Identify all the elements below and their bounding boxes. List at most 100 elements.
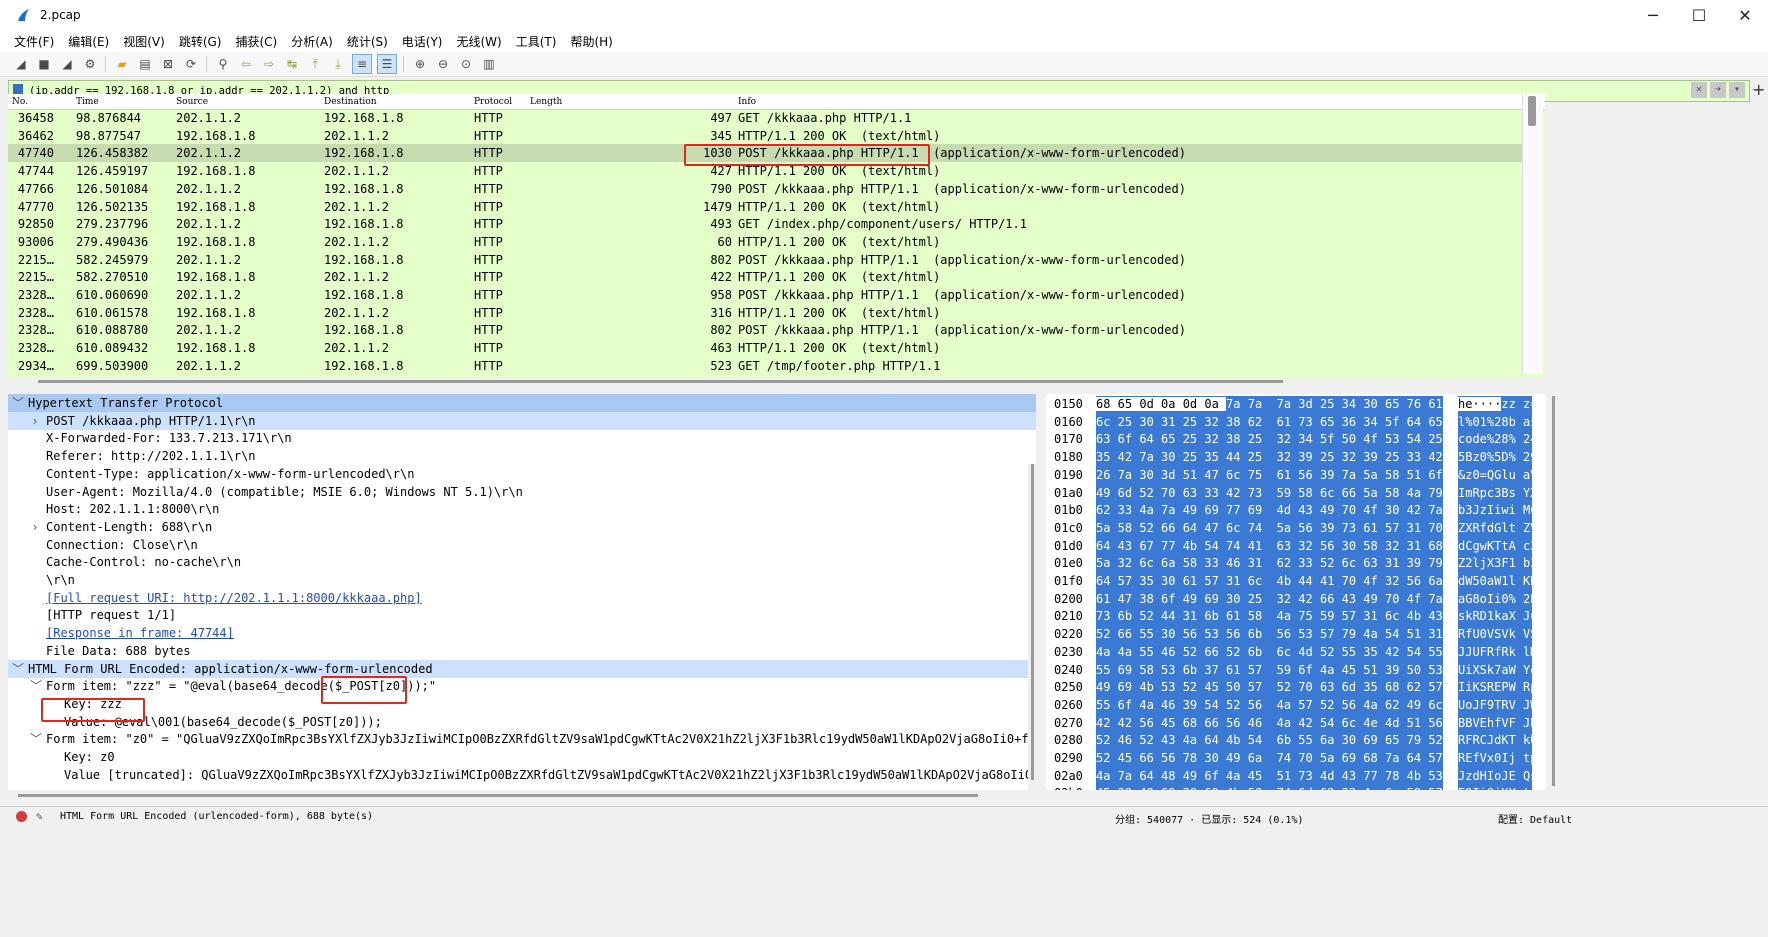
packet-list-scrollbar[interactable] bbox=[1522, 94, 1543, 374]
packet-row[interactable]: 47766 126.501084 202.1.1.2 192.168.1.8 HTTP 7… bbox=[8, 180, 1528, 198]
packet-row[interactable]: 2328… 610.088780 202.1.1.2 192.168.1.8 HTTP 8… bbox=[8, 321, 1528, 339]
detail-tree-item[interactable]: Value [truncated]: QGluaV9zZXQoImRpc3BsY… bbox=[8, 766, 1036, 784]
restart-capture-icon[interactable]: ◢ bbox=[58, 55, 76, 73]
details-hscrollbar[interactable] bbox=[8, 792, 1036, 800]
packet-row[interactable]: 36462 98.877547 192.168.1.8 202.1.1.2 HTTP 34… bbox=[8, 127, 1528, 145]
hex-bytes[interactable]: 4a 7a 64 48 49 6f 4a 45 51 73 4d 43 77 7… bbox=[1096, 767, 1443, 786]
ascii-bytes[interactable]: JJUFRfRk lMR bbox=[1458, 643, 1532, 662]
packet-row[interactable]: 36458 98.876844 202.1.1.2 192.168.1.8 HTTP 49… bbox=[8, 109, 1528, 127]
detail-tree-item[interactable]: › Content-Length: 688\r\n bbox=[8, 518, 1036, 536]
ascii-bytes[interactable]: 5Bz0%5D% 29% bbox=[1458, 449, 1532, 467]
ascii-bytes[interactable]: &z0=QGlu aV9 bbox=[1458, 466, 1532, 485]
collapse-arrow-icon[interactable]: ﹀ bbox=[12, 660, 24, 678]
scroll-thumb[interactable] bbox=[38, 380, 1283, 383]
detail-tree-item[interactable]: \r\n bbox=[8, 571, 1036, 589]
packet-details-tree[interactable]: ﹀ Hypertext Transfer Protocol › POST /kkkaa… bbox=[8, 394, 1036, 790]
edit-comment-icon[interactable]: ✎ bbox=[36, 810, 43, 823]
expand-arrow-icon[interactable]: › bbox=[30, 518, 40, 536]
close-button[interactable]: ✕ bbox=[1722, 0, 1768, 30]
zoom-out-icon[interactable]: ⊖ bbox=[434, 55, 452, 73]
hex-bytes[interactable]: 26 7a 30 3d 51 47 6c 75 61 56 39 7a 5a 5… bbox=[1096, 466, 1443, 485]
apply-filter-icon[interactable]: ➔ bbox=[1710, 82, 1726, 98]
packet-row[interactable]: 93006 279.490436 192.168.1.8 202.1.1.2 HTTP 6… bbox=[8, 233, 1528, 251]
hex-bytes[interactable]: 5a 32 6c 6a 58 33 46 31 62 33 52 6c 63 3… bbox=[1096, 555, 1443, 573]
resize-columns-icon[interactable]: ▥ bbox=[480, 55, 498, 73]
ascii-bytes[interactable]: E9Ii8iKX tmb bbox=[1458, 785, 1532, 790]
menu-statistics[interactable]: 统计(S) bbox=[347, 33, 388, 50]
hex-bytes[interactable]: 64 43 67 77 4b 54 74 41 63 32 56 30 58 3… bbox=[1096, 537, 1443, 556]
detail-tree-item[interactable]: ﹀ HTML Form URL Encoded: application/x-ww… bbox=[8, 659, 1036, 678]
open-file-icon[interactable]: ▰ bbox=[113, 55, 131, 73]
detail-tree-item[interactable]: [HTTP request 1/1] bbox=[8, 606, 1036, 624]
packet-row[interactable]: 2215… 582.245979 202.1.1.2 192.168.1.8 HTTP 8… bbox=[8, 251, 1528, 269]
scroll-thumb[interactable] bbox=[1031, 464, 1034, 780]
packet-row[interactable]: 2328… 610.089432 192.168.1.8 202.1.1.2 HTTP 4… bbox=[8, 339, 1528, 357]
packet-row[interactable]: 2215… 582.270510 192.168.1.8 202.1.1.2 HTTP 4… bbox=[8, 268, 1528, 286]
ascii-bytes[interactable]: BBVEhfVF JBT bbox=[1458, 714, 1532, 733]
scroll-thumb[interactable] bbox=[18, 794, 978, 797]
close-file-icon[interactable]: ⊠ bbox=[159, 55, 177, 73]
ascii-bytes[interactable]: UiXSk7aW YoJ bbox=[1458, 661, 1532, 680]
hex-bytes[interactable]: 55 69 58 53 6b 37 61 57 59 6f 4a 45 51 3… bbox=[1096, 661, 1443, 680]
packet-bytes-pane[interactable]: 0150 68 65 0d 0a 0d 0a 7a 7a 7a 3d 25 34 … bbox=[1046, 394, 1546, 790]
detail-tree-item[interactable]: Referer: http://202.1.1.1\r\n bbox=[8, 447, 1036, 465]
menu-capture[interactable]: 捕获(C) bbox=[235, 33, 277, 50]
detail-tree-item[interactable]: Value: @eval\001(base64_decode($_POST[z0… bbox=[8, 713, 1036, 731]
hex-bytes[interactable]: 45 39 49 69 38 69 4b 58 74 6d 62 33 4a 6… bbox=[1096, 785, 1443, 790]
packet-row[interactable]: 47770 126.502135 192.168.1.8 202.1.1.2 HTTP 1… bbox=[8, 198, 1528, 216]
col-source[interactable]: Source bbox=[176, 97, 208, 107]
hex-bytes[interactable]: 68 65 0d 0a 0d 0a 7a 7a 7a 3d 25 34 30 6… bbox=[1096, 396, 1443, 414]
detail-tree-item[interactable]: Connection: Close\r\n bbox=[8, 536, 1036, 554]
detail-tree-item[interactable]: [Response in frame: 47744] bbox=[8, 624, 1036, 642]
filter-dropdown-icon[interactable]: ▾ bbox=[1729, 82, 1745, 98]
menu-tools[interactable]: 工具(T) bbox=[516, 33, 557, 50]
save-file-icon[interactable]: ▤ bbox=[136, 55, 154, 73]
status-profile[interactable]: 配置: Default bbox=[1498, 811, 1572, 826]
collapse-arrow-icon[interactable]: ﹀ bbox=[30, 677, 42, 695]
detail-tree-item[interactable]: Host: 202.1.1.1:8000\r\n bbox=[8, 500, 1036, 518]
maximize-button[interactable]: ☐ bbox=[1676, 0, 1722, 30]
go-to-packet-icon[interactable]: ↹ bbox=[283, 55, 301, 73]
zoom-normal-icon[interactable]: ⊙ bbox=[457, 55, 475, 73]
menu-analyze[interactable]: 分析(A) bbox=[291, 33, 333, 50]
detail-tree-item[interactable]: File Data: 688 bytes bbox=[8, 642, 1036, 660]
hex-bytes[interactable]: 42 42 56 45 68 66 56 46 4a 42 54 6c 4e 4… bbox=[1096, 714, 1443, 733]
menu-go[interactable]: 跳转(G) bbox=[179, 33, 222, 50]
packet-row[interactable]: 92850 279.237796 202.1.1.2 192.168.1.8 HTTP 4… bbox=[8, 215, 1528, 233]
col-no[interactable]: No. bbox=[12, 97, 28, 107]
hex-bytes[interactable]: 5a 58 52 66 64 47 6c 74 5a 56 39 73 61 5… bbox=[1096, 519, 1443, 538]
ascii-bytes[interactable]: aG8oIi0% 2Bf bbox=[1458, 590, 1532, 609]
add-filter-button[interactable]: + bbox=[1752, 80, 1765, 99]
col-length[interactable]: Length bbox=[530, 97, 562, 107]
ascii-bytes[interactable]: RfU0VSVk VSW bbox=[1458, 626, 1532, 644]
hex-bytes[interactable]: 63 6f 64 65 25 32 38 25 32 34 5f 50 4f 5… bbox=[1096, 431, 1443, 450]
detail-tree-item[interactable]: ﹀ Hypertext Transfer Protocol bbox=[8, 394, 1036, 412]
packet-list[interactable]: No. Time Source Destination Protocol Len… bbox=[8, 94, 1545, 380]
hex-bytes[interactable]: 55 6f 4a 46 39 54 52 56 4a 57 52 56 4a 6… bbox=[1096, 696, 1443, 715]
ascii-bytes[interactable]: UoJF9TRV JWR bbox=[1458, 696, 1532, 715]
collapse-arrow-icon[interactable]: ﹀ bbox=[30, 730, 42, 748]
stop-capture-icon[interactable]: ■ bbox=[35, 55, 53, 73]
detail-tree-text[interactable]: [Response in frame: 47744] bbox=[46, 624, 234, 642]
ascii-bytes[interactable]: REfVx0Ij tpZ bbox=[1458, 750, 1532, 768]
zoom-in-icon[interactable]: ⊕ bbox=[411, 55, 429, 73]
details-vscrollbar[interactable] bbox=[1028, 464, 1036, 790]
find-packet-icon[interactable]: ⚲ bbox=[214, 55, 232, 73]
packet-row[interactable]: 2328… 610.061578 192.168.1.8 202.1.1.2 HTTP 3… bbox=[8, 304, 1528, 322]
hex-bytes[interactable]: 73 6b 52 44 31 6b 61 58 4a 75 59 57 31 6… bbox=[1096, 608, 1443, 627]
packet-row[interactable]: 2934… 699.503900 202.1.1.2 192.168.1.8 HTTP 5… bbox=[8, 357, 1528, 375]
menu-help[interactable]: 帮助(H) bbox=[570, 33, 612, 50]
col-info[interactable]: Info bbox=[738, 97, 756, 107]
ascii-bytes[interactable]: RFRCJdKT kUj bbox=[1458, 732, 1532, 750]
scroll-thumb[interactable] bbox=[1528, 96, 1536, 126]
expand-arrow-icon[interactable]: › bbox=[30, 412, 40, 430]
detail-tree-item[interactable]: [Full request URI: http://202.1.1.1:8000… bbox=[8, 589, 1036, 607]
detail-tree-item[interactable]: Key: zzz bbox=[8, 695, 1036, 713]
bytes-scrollbar[interactable] bbox=[1547, 394, 1561, 790]
packet-list-hscrollbar[interactable] bbox=[8, 378, 1545, 386]
scroll-thumb[interactable] bbox=[1552, 396, 1555, 786]
detail-tree-item[interactable]: Cache-Control: no-cache\r\n bbox=[8, 553, 1036, 571]
hex-bytes[interactable]: 49 6d 52 70 63 33 42 73 59 58 6c 66 5a 5… bbox=[1096, 484, 1443, 503]
hex-bytes[interactable]: 52 46 52 43 4a 64 4b 54 6b 55 6a 30 69 6… bbox=[1096, 732, 1443, 750]
ascii-bytes[interactable]: ZXRfdGlt ZV9 bbox=[1458, 519, 1532, 538]
